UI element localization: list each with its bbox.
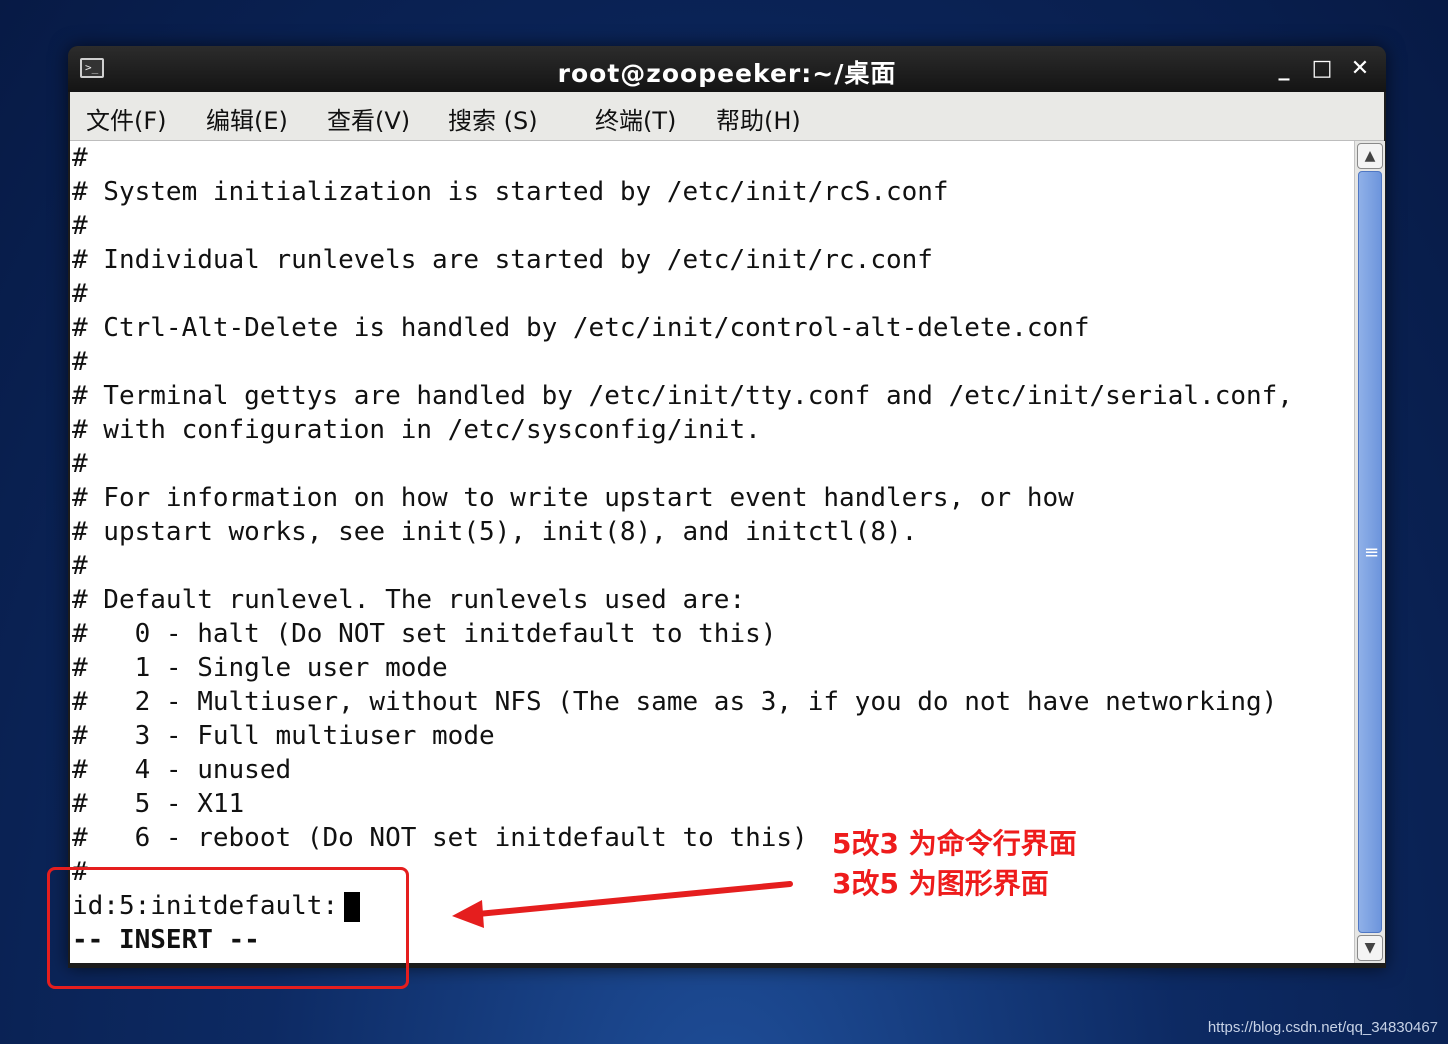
menu-file[interactable]: 文件(F) xyxy=(86,101,167,136)
terminal-line: # 1 - Single user mode xyxy=(72,653,448,683)
terminal-line: # xyxy=(72,551,88,581)
maximize-button[interactable]: □ xyxy=(1306,52,1338,86)
menu-bar: 文件(F) 编辑(E) 查看(V) 搜索 (S) 终端(T) 帮助(H) xyxy=(70,92,1384,141)
terminal-line: # Terminal gettys are handled by /etc/in… xyxy=(72,381,1293,411)
minimize-button[interactable]: _ xyxy=(1268,52,1300,86)
terminal-line: # xyxy=(72,211,88,241)
menu-edit[interactable]: 编辑(E) xyxy=(206,101,288,136)
highlight-box xyxy=(47,867,409,989)
menu-help[interactable]: 帮助(H) xyxy=(716,101,801,136)
terminal-line: # xyxy=(72,143,88,173)
terminal-line: # xyxy=(72,279,88,309)
title-bar[interactable]: >_ root@zoopeeker:~/桌面 _ □ ✕ xyxy=(68,46,1386,92)
grip-icon: ≡ xyxy=(1364,542,1380,563)
menu-terminal[interactable]: 终端(T) xyxy=(595,101,676,136)
terminal-line: # System initialization is started by /e… xyxy=(72,177,949,207)
terminal-line: # upstart works, see init(5), init(8), a… xyxy=(72,517,918,547)
scroll-up-button[interactable]: ▲ xyxy=(1357,143,1383,169)
annotation-text-line1: 5改3 为命令行界面 xyxy=(832,827,1077,860)
annotation-text-line2: 3改5 为图形界面 xyxy=(832,867,1049,900)
scrollbar-thumb[interactable]: ≡ xyxy=(1358,171,1382,933)
terminal-line: # 2 - Multiuser, without NFS (The same a… xyxy=(72,687,1278,717)
terminal-line: # Default runlevel. The runlevels used a… xyxy=(72,585,746,615)
terminal-line: # 5 - X11 xyxy=(72,789,245,819)
scrollbar[interactable]: ▲ ≡ ▼ xyxy=(1354,141,1385,963)
terminal-content[interactable]: # # System initialization is started by … xyxy=(70,141,1354,963)
terminal-line: # 3 - Full multiuser mode xyxy=(72,721,495,751)
terminal-line: # with configuration in /etc/sysconfig/i… xyxy=(72,415,761,445)
terminal-window: >_ root@zoopeeker:~/桌面 _ □ ✕ 文件(F) 编辑(E)… xyxy=(68,46,1386,968)
terminal-line: # xyxy=(72,347,88,377)
window-title: root@zoopeeker:~/桌面 xyxy=(557,59,897,88)
terminal-line: # For information on how to write upstar… xyxy=(72,483,1074,513)
terminal-line: # 4 - unused xyxy=(72,755,292,785)
menu-search[interactable]: 搜索 (S) xyxy=(448,101,538,136)
terminal-line: # Ctrl-Alt-Delete is handled by /etc/ini… xyxy=(72,313,1090,343)
terminal-line: # 6 - reboot (Do NOT set initdefault to … xyxy=(72,823,808,853)
terminal-line: # Individual runlevels are started by /e… xyxy=(72,245,933,275)
scroll-down-button[interactable]: ▼ xyxy=(1357,935,1383,961)
close-button[interactable]: ✕ xyxy=(1344,52,1376,86)
terminal-line: # xyxy=(72,449,88,479)
terminal-line: # 0 - halt (Do NOT set initdefault to th… xyxy=(72,619,777,649)
watermark: https://blog.csdn.net/qq_34830467 xyxy=(1207,1019,1438,1036)
menu-view[interactable]: 查看(V) xyxy=(327,101,410,136)
